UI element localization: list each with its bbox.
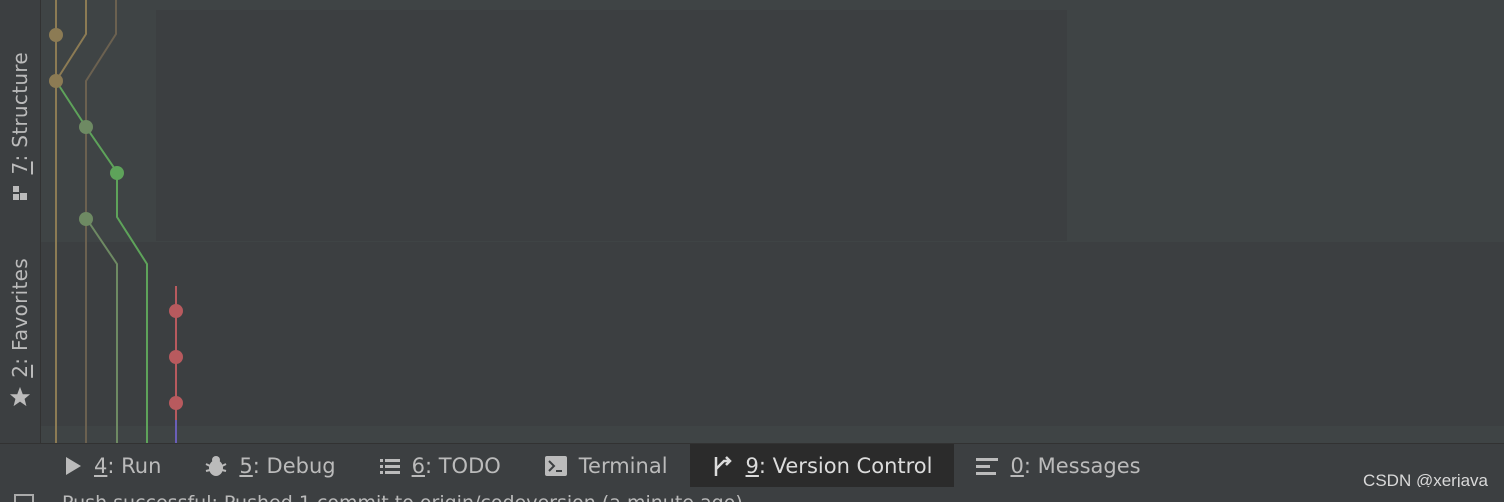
branch-icon bbox=[712, 455, 734, 477]
bug-icon bbox=[205, 455, 227, 477]
commit-dot[interactable] bbox=[49, 28, 63, 42]
star-icon bbox=[9, 386, 31, 408]
commit-row-strip bbox=[41, 426, 1504, 443]
commit-dot[interactable] bbox=[79, 212, 93, 226]
favorites-tool-tab[interactable]: 2: Favorites bbox=[0, 258, 40, 408]
branch-line-green bbox=[55, 80, 148, 443]
status-bar: Push successful: Pushed 1 commit to orig… bbox=[0, 487, 1504, 502]
run-tool-button[interactable]: 4: Run bbox=[42, 444, 183, 488]
terminal-tab-label: Terminal bbox=[578, 454, 668, 478]
messages-tab-label: : Messages bbox=[1023, 454, 1141, 478]
todo-tab-label: : TODO bbox=[424, 454, 501, 478]
terminal-icon bbox=[544, 456, 567, 476]
run-tab-label: : Run bbox=[107, 454, 162, 478]
todo-tab-number: 6 bbox=[411, 454, 425, 478]
left-tool-sidebar: 7: Structure 2: Favorites bbox=[0, 0, 41, 443]
version-control-tab-number: 9 bbox=[745, 454, 759, 478]
commit-dot[interactable] bbox=[169, 396, 183, 410]
messages-tool-button[interactable]: 0: Messages bbox=[954, 444, 1162, 488]
branch-line-green-muted bbox=[85, 217, 118, 443]
commit-dot[interactable] bbox=[49, 74, 63, 88]
bottom-tool-window-bar: 4: Run 5: Debug 6: TODO Terminal 9: Vers… bbox=[0, 443, 1504, 488]
messages-tab-number: 0 bbox=[1010, 454, 1024, 478]
commit-dot[interactable] bbox=[169, 350, 183, 364]
structure-icon bbox=[9, 182, 31, 204]
version-control-tool-button[interactable]: 9: Version Control bbox=[689, 444, 955, 488]
debug-tool-button[interactable]: 5: Debug bbox=[183, 444, 357, 488]
run-tab-number: 4 bbox=[94, 454, 108, 478]
details-popup bbox=[156, 10, 1067, 241]
debug-tab-label: : Debug bbox=[252, 454, 336, 478]
status-message: Push successful: Pushed 1 commit to orig… bbox=[62, 492, 743, 502]
commit-graph bbox=[49, 0, 183, 443]
todo-tool-button[interactable]: 6: TODO bbox=[358, 444, 523, 488]
terminal-tool-button[interactable]: Terminal bbox=[523, 444, 690, 488]
commit-dot[interactable] bbox=[169, 304, 183, 318]
debug-tab-number: 5 bbox=[239, 454, 253, 478]
commit-dot[interactable] bbox=[79, 120, 93, 134]
version-control-tab-label: : Version Control bbox=[758, 454, 933, 478]
list-icon bbox=[379, 457, 400, 475]
play-icon bbox=[64, 456, 82, 476]
commit-dot[interactable] bbox=[110, 166, 124, 180]
structure-tool-tab[interactable]: 7: Structure bbox=[0, 52, 40, 204]
favorites-tab-label: 2: Favorites bbox=[8, 258, 32, 378]
structure-tab-label: 7: Structure bbox=[8, 52, 32, 175]
messages-icon bbox=[976, 457, 999, 475]
tool-window-toggle-icon[interactable] bbox=[14, 494, 34, 502]
branch-line-olive-2 bbox=[55, 0, 87, 82]
version-control-panel bbox=[41, 0, 1504, 443]
